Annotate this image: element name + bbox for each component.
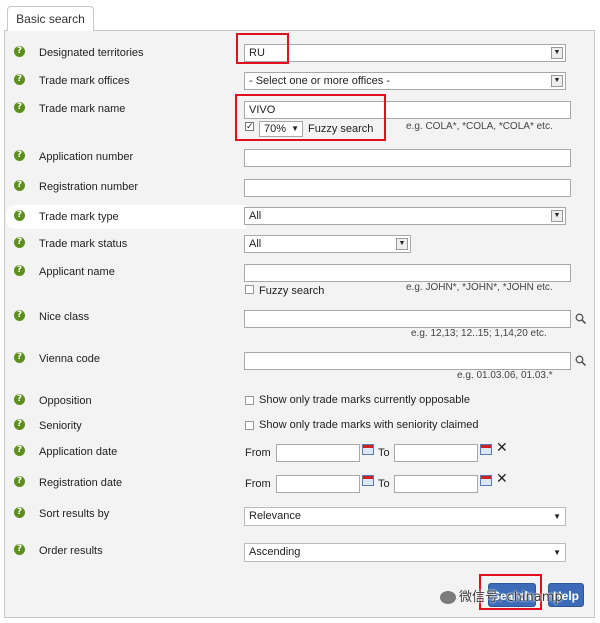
dropdown-arrow-icon: ▼ xyxy=(551,47,563,59)
nice-class-input[interactable] xyxy=(244,310,571,328)
registration-number-label: Registration number xyxy=(39,181,139,193)
dropdown-arrow-icon: ▼ xyxy=(396,238,408,250)
trade-mark-status-select[interactable]: All ▼ xyxy=(244,235,411,253)
sort-results-value: Relevance xyxy=(249,510,301,522)
help-icon[interactable]: ? xyxy=(14,544,25,555)
application-date-from-input[interactable] xyxy=(276,444,360,462)
applicant-name-hint: e.g. JOHN*, *JOHN*, *JOHN etc. xyxy=(406,282,553,293)
application-number-input[interactable] xyxy=(244,149,571,167)
help-icon[interactable]: ? xyxy=(14,180,25,191)
vienna-code-hint: e.g. 01.03.06, 01.03.* xyxy=(457,370,553,381)
calendar-icon[interactable] xyxy=(480,475,492,486)
help-icon[interactable]: ? xyxy=(14,265,25,276)
order-results-value: Ascending xyxy=(249,546,301,558)
dropdown-arrow-icon: ▼ xyxy=(551,75,563,87)
to-label: To xyxy=(378,478,390,490)
dropdown-arrow-icon: ▼ xyxy=(553,512,561,521)
registration-date-from-input[interactable] xyxy=(276,475,360,493)
clear-icon[interactable]: ✕ xyxy=(496,440,508,456)
trade-mark-name-hint: e.g. COLA*, *COLA, *COLA* etc. xyxy=(406,121,553,132)
trade-mark-type-value: All xyxy=(249,210,262,222)
search-icon[interactable] xyxy=(575,313,586,324)
tab-basic-search[interactable]: Basic search xyxy=(7,6,94,31)
help-icon[interactable]: ? xyxy=(14,310,25,321)
applicant-name-label: Applicant name xyxy=(39,266,115,278)
help-icon[interactable]: ? xyxy=(14,150,25,161)
sort-results-label: Sort results by xyxy=(39,508,110,520)
watermark: 微信号: chinamp xyxy=(440,586,563,605)
help-icon[interactable]: ? xyxy=(14,210,25,221)
vienna-code-input[interactable] xyxy=(244,352,571,370)
trade-mark-name-label: Trade mark name xyxy=(39,103,126,115)
help-icon[interactable]: ? xyxy=(14,476,25,487)
designated-territories-label: Designated territories xyxy=(39,47,144,59)
registration-number-input[interactable] xyxy=(244,179,571,197)
trade-mark-status-value: All xyxy=(249,238,262,250)
wechat-icon xyxy=(440,591,456,604)
seniority-checkbox[interactable] xyxy=(245,421,254,430)
help-icon[interactable]: ? xyxy=(14,507,25,518)
calendar-icon[interactable] xyxy=(362,475,374,486)
watermark-text: 微信号: chinamp xyxy=(459,590,563,605)
trade-mark-offices-label: Trade mark offices xyxy=(39,75,130,87)
help-icon[interactable]: ? xyxy=(14,394,25,405)
highlight-box xyxy=(236,33,289,64)
sort-results-select[interactable]: Relevance ▼ xyxy=(244,507,566,526)
help-icon[interactable]: ? xyxy=(14,352,25,363)
application-date-to-input[interactable] xyxy=(394,444,478,462)
order-results-label: Order results xyxy=(39,545,103,557)
help-icon[interactable]: ? xyxy=(14,46,25,57)
clear-icon[interactable]: ✕ xyxy=(496,471,508,487)
order-results-select[interactable]: Ascending ▼ xyxy=(244,543,566,562)
vienna-code-label: Vienna code xyxy=(39,353,100,365)
application-number-label: Application number xyxy=(39,151,134,163)
seniority-checkbox-label: Show only trade marks with seniority cla… xyxy=(259,419,479,431)
help-icon[interactable]: ? xyxy=(14,445,25,456)
nice-class-hint: e.g. 12,13; 12..15; 1,14,20 etc. xyxy=(411,328,547,339)
to-label: To xyxy=(378,447,390,459)
trade-mark-type-select[interactable]: All ▼ xyxy=(244,207,566,225)
dropdown-arrow-icon: ▼ xyxy=(551,210,563,222)
registration-date-to-input[interactable] xyxy=(394,475,478,493)
applicant-name-input[interactable] xyxy=(244,264,571,282)
search-icon[interactable] xyxy=(575,355,586,366)
fuzzy-search-label: Fuzzy search xyxy=(259,285,325,297)
help-icon[interactable]: ? xyxy=(14,419,25,430)
help-icon[interactable]: ? xyxy=(14,102,25,113)
calendar-icon[interactable] xyxy=(362,444,374,455)
help-icon[interactable]: ? xyxy=(14,74,25,85)
trade-mark-type-label: Trade mark type xyxy=(39,211,119,223)
seniority-label: Seniority xyxy=(39,420,82,432)
fuzzy-checkbox[interactable] xyxy=(245,285,254,294)
opposition-checkbox[interactable] xyxy=(245,396,254,405)
trade-mark-offices-select[interactable]: - Select one or more offices - ▼ xyxy=(244,72,566,90)
nice-class-label: Nice class xyxy=(39,311,90,323)
from-label: From xyxy=(245,478,271,490)
registration-date-label: Registration date xyxy=(39,477,123,489)
trade-mark-status-label: Trade mark status xyxy=(39,238,128,250)
opposition-checkbox-label: Show only trade marks currently opposabl… xyxy=(259,394,470,406)
application-date-label: Application date xyxy=(39,446,118,458)
opposition-label: Opposition xyxy=(39,395,92,407)
calendar-icon[interactable] xyxy=(480,444,492,455)
dropdown-arrow-icon: ▼ xyxy=(553,548,561,557)
from-label: From xyxy=(245,447,271,459)
highlight-box xyxy=(235,94,386,141)
trade-mark-offices-value: - Select one or more offices - xyxy=(249,75,391,87)
help-icon[interactable]: ? xyxy=(14,237,25,248)
designated-territories-select[interactable]: RU ▼ xyxy=(244,44,566,62)
